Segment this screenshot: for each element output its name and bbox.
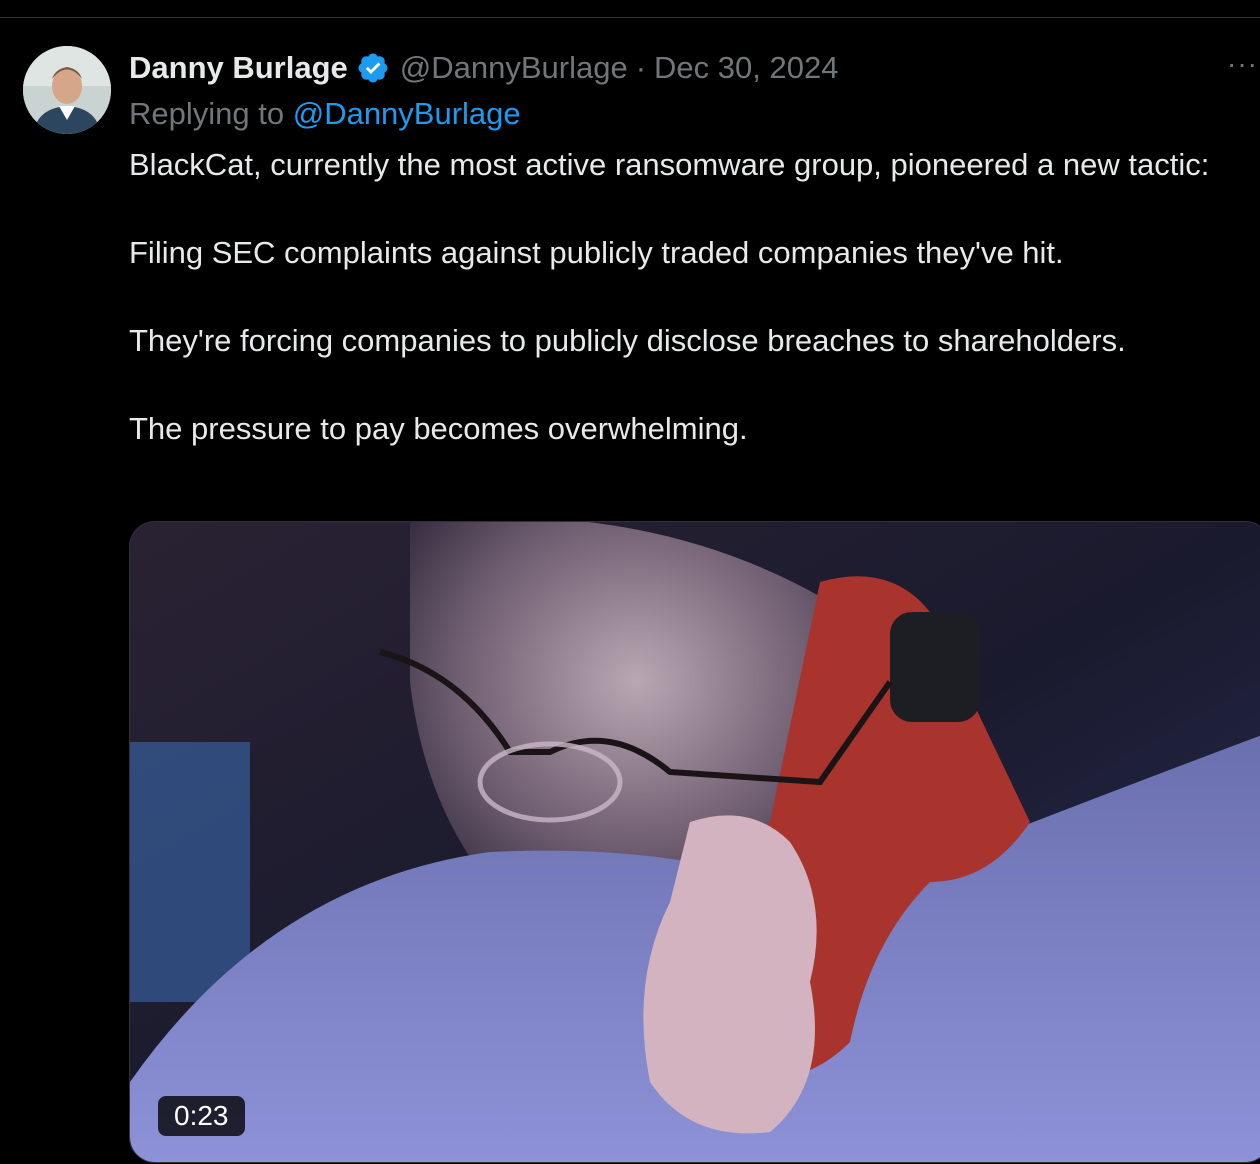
video-thumbnail: [130, 522, 1260, 1162]
top-divider: [0, 17, 1260, 18]
tweet-date[interactable]: Dec 30, 2024: [654, 50, 838, 86]
author-name[interactable]: Danny Burlage: [129, 50, 348, 86]
more-options-icon[interactable]: ···: [1227, 50, 1258, 78]
separator-dot: ·: [635, 50, 647, 85]
tweet-paragraph: The pressure to pay becomes overwhelming…: [129, 411, 748, 446]
video-player[interactable]: 0:23: [129, 521, 1260, 1163]
replying-prefix: Replying to: [129, 96, 285, 131]
replying-to: Replying to @DannyBurlage: [129, 96, 521, 132]
video-duration-badge: 0:23: [158, 1096, 245, 1136]
replying-mention-link[interactable]: @DannyBurlage: [293, 96, 521, 131]
tweet-paragraph: They're forcing companies to publicly di…: [129, 323, 1126, 358]
verified-badge-icon: [356, 51, 390, 85]
tweet-text: BlackCat, currently the most active rans…: [129, 143, 1249, 451]
author-handle[interactable]: @DannyBurlage: [400, 50, 628, 86]
avatar[interactable]: [23, 46, 111, 134]
tweet-header: Danny Burlage @DannyBurlage · Dec 30, 20…: [129, 48, 838, 88]
tweet-paragraph: Filing SEC complaints against publicly t…: [129, 235, 1064, 270]
tweet-paragraph: BlackCat, currently the most active rans…: [129, 147, 1210, 182]
